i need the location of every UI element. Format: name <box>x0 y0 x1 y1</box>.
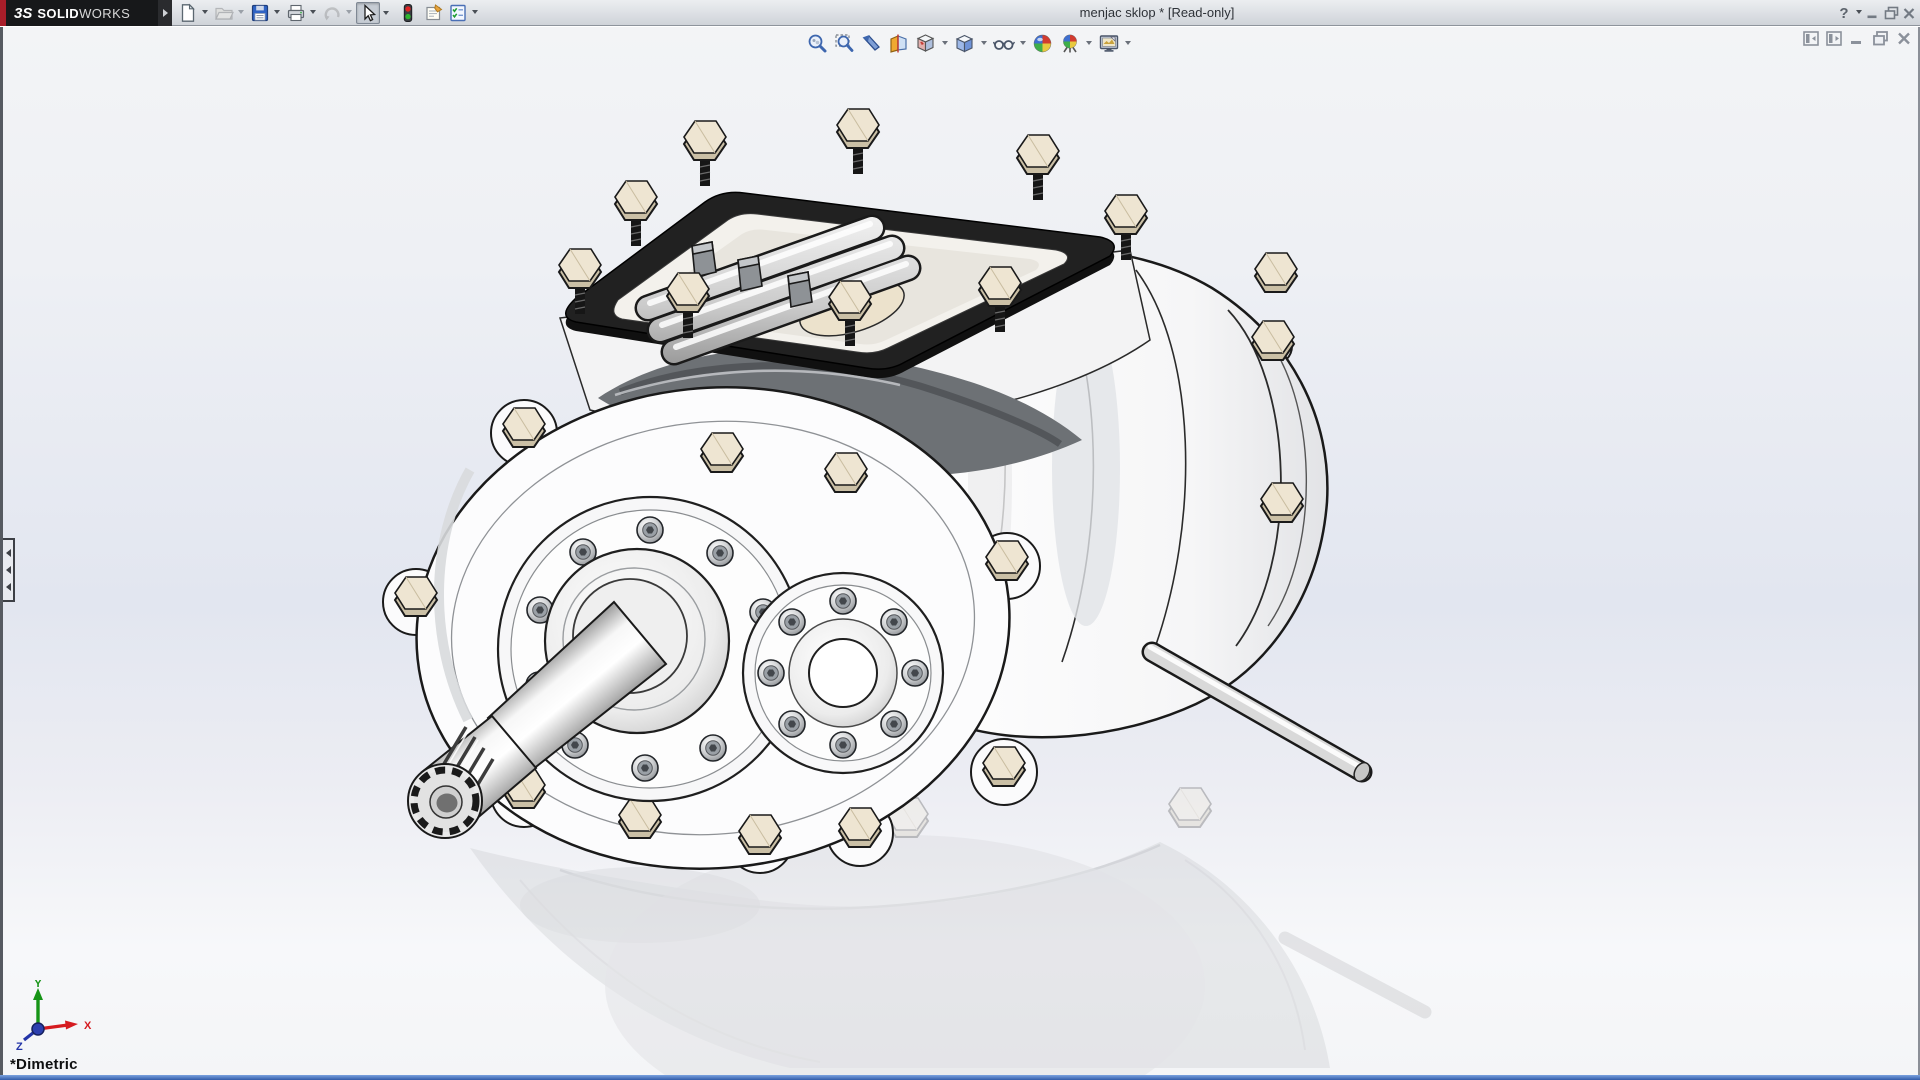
options-button[interactable] <box>446 2 470 24</box>
save-button[interactable] <box>248 2 272 24</box>
apply-scene-icon <box>1059 33 1081 54</box>
view-orientation-icon <box>915 33 936 54</box>
model-3d-view[interactable] <box>0 0 1920 1080</box>
print-button[interactable] <box>284 2 308 24</box>
expand-left-arrow-icon <box>6 549 11 557</box>
minimize-document-button[interactable] <box>1849 31 1865 46</box>
view-settings-button[interactable] <box>1097 32 1120 55</box>
comment-note-button[interactable] <box>422 2 446 24</box>
view-settings-caret[interactable] <box>1125 41 1131 45</box>
zoom-to-area-button[interactable] <box>833 32 856 55</box>
triad-y-label: Y <box>34 980 42 990</box>
triad-z-label: Z <box>16 1041 23 1053</box>
undo-icon <box>322 3 342 23</box>
eyeglasses-icon <box>993 33 1015 54</box>
ds-logo-glyph: 3S <box>14 5 32 22</box>
collapse-pane-left-button[interactable] <box>1803 31 1819 46</box>
expand-left-arrow-icon <box>6 583 11 591</box>
title-bar: 3S SOLIDWORKS <box>0 0 1920 26</box>
open-dropdown-caret[interactable] <box>238 10 244 14</box>
hide-show-items-caret[interactable] <box>1020 41 1026 45</box>
zoom-to-fit-icon <box>807 33 828 54</box>
view-orientation-label: *Dimetric <box>10 1056 78 1073</box>
view-orientation-button[interactable] <box>914 32 937 55</box>
open-folder-icon <box>214 3 234 23</box>
expand-left-arrow-icon <box>6 566 11 574</box>
open-document-button[interactable] <box>212 2 236 24</box>
save-floppy-icon <box>250 3 270 23</box>
orientation-triad: Y X Z <box>8 980 100 1054</box>
feature-tree-collapsed-tab[interactable] <box>3 538 15 602</box>
new-document-button[interactable] <box>176 2 200 24</box>
save-dropdown-caret[interactable] <box>274 10 280 14</box>
edit-appearance-button[interactable] <box>1031 32 1054 55</box>
solidworks-logo: 3S SOLIDWORKS <box>6 0 158 26</box>
document-window-controls <box>1803 30 1912 46</box>
previous-view-button[interactable] <box>860 32 883 55</box>
minimize-icon <box>1866 7 1879 20</box>
menu-flyout-arrow[interactable] <box>158 0 172 26</box>
close-icon <box>1902 7 1916 20</box>
close-window-button[interactable] <box>1900 3 1918 23</box>
options-checklist-icon <box>448 3 468 23</box>
section-view-icon <box>888 33 909 54</box>
select-cursor-icon <box>358 3 378 23</box>
solidworks-window: 3S SOLIDWORKS <box>0 0 1920 1080</box>
stoplight-icon <box>398 3 418 23</box>
logo-text-works: WORKS <box>79 6 130 21</box>
view-settings-monitor-icon <box>1098 33 1120 54</box>
right-bearing-flange[interactable] <box>743 573 943 773</box>
output-shaft[interactable] <box>1150 647 1373 784</box>
stoplight-button[interactable] <box>396 2 420 24</box>
select-tool-button[interactable] <box>356 2 380 24</box>
bottom-window-edge <box>0 1075 1920 1080</box>
display-style-icon <box>954 33 975 54</box>
restore-window-button[interactable] <box>1882 3 1900 23</box>
restore-document-button[interactable] <box>1872 30 1889 46</box>
headsup-view-toolbar <box>806 31 1132 55</box>
undo-dropdown-caret[interactable] <box>346 10 352 14</box>
triad-x-label: X <box>84 1020 92 1032</box>
zoom-to-fit-button[interactable] <box>806 32 829 55</box>
document-title: menjac sklop * [Read-only] <box>1080 5 1235 20</box>
help-dropdown-caret[interactable] <box>1856 10 1862 14</box>
apply-scene-caret[interactable] <box>1086 41 1092 45</box>
section-view-button[interactable] <box>887 32 910 55</box>
collapse-pane-right-button[interactable] <box>1826 31 1842 46</box>
display-style-button[interactable] <box>953 32 976 55</box>
print-dropdown-caret[interactable] <box>310 10 316 14</box>
hide-show-items-button[interactable] <box>992 32 1015 55</box>
view-orientation-caret[interactable] <box>942 41 948 45</box>
help-icon: ? <box>1839 5 1848 22</box>
appearance-ball-icon <box>1032 33 1053 54</box>
new-document-icon <box>178 3 198 23</box>
select-dropdown-caret <box>383 11 389 15</box>
display-style-caret[interactable] <box>981 41 987 45</box>
help-button[interactable]: ? <box>1836 3 1852 23</box>
minimize-window-button[interactable] <box>1864 3 1880 23</box>
restore-icon <box>1884 6 1899 20</box>
new-dropdown-caret[interactable] <box>202 10 208 14</box>
apply-scene-button[interactable] <box>1058 32 1081 55</box>
options-dropdown-caret[interactable] <box>472 10 478 14</box>
select-dropdown-button[interactable] <box>380 2 392 24</box>
print-icon <box>286 3 306 23</box>
comment-note-icon <box>424 3 444 23</box>
close-document-button[interactable] <box>1896 31 1912 46</box>
logo-text-solid: SOLID <box>37 6 79 21</box>
previous-view-icon <box>861 33 882 54</box>
undo-button[interactable] <box>320 2 344 24</box>
zoom-to-area-icon <box>834 33 855 54</box>
